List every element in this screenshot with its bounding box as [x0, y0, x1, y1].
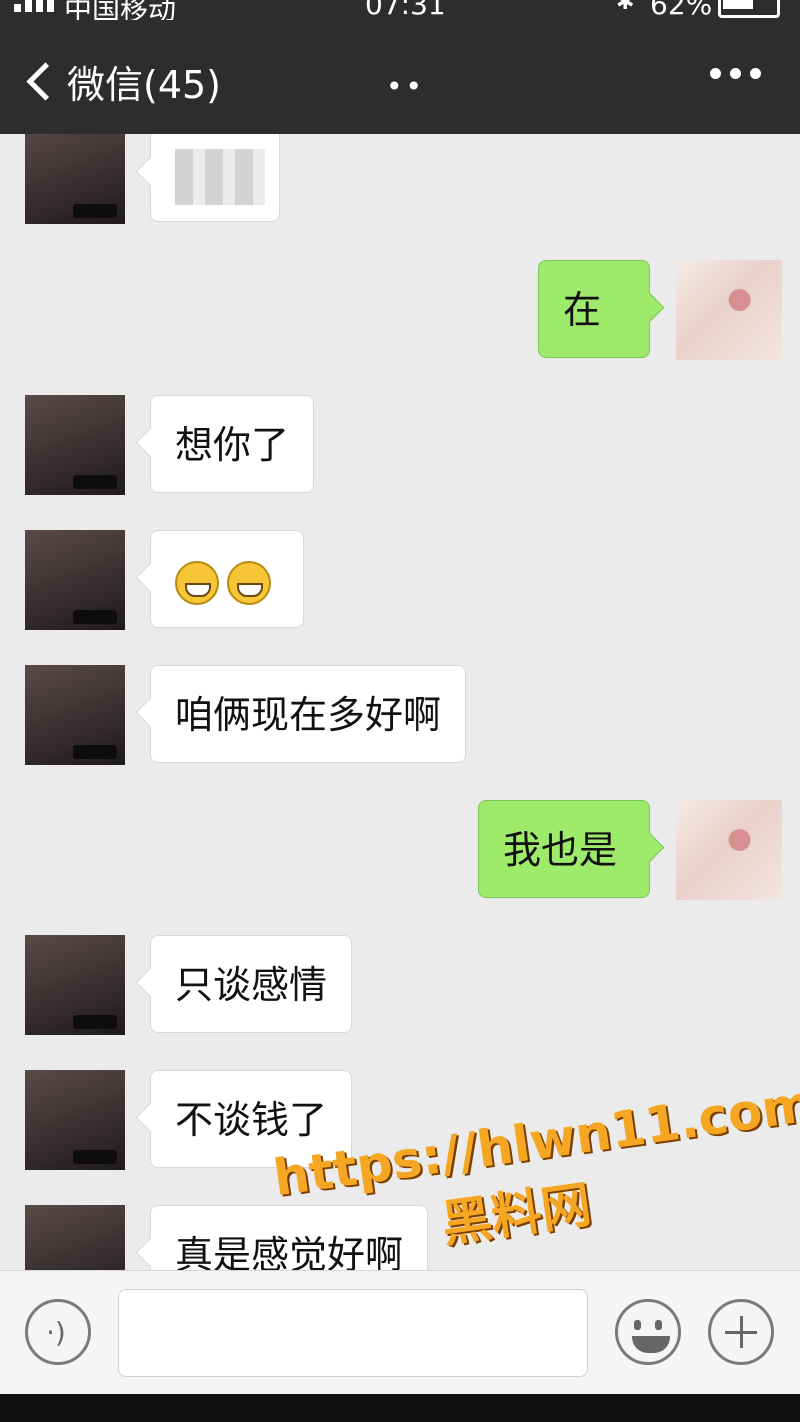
- back-label: 微信(45): [67, 63, 222, 107]
- more-options-button[interactable]: [710, 68, 761, 79]
- bluetooth-icon: ✱: [616, 0, 635, 15]
- dot-icon: [710, 68, 721, 79]
- blurred-content: [175, 148, 265, 205]
- battery-percent: 62%: [650, 0, 713, 20]
- message-bubble[interactable]: 咱俩现在多好啊: [150, 665, 467, 763]
- smiley-icon: [634, 1320, 662, 1330]
- message-bubble[interactable]: 在: [538, 260, 650, 358]
- signal-icon: [14, 0, 54, 12]
- message-input[interactable]: [118, 1289, 588, 1377]
- status-bar: 中国移动 07:31 ✱ 62%: [0, 0, 800, 20]
- voice-icon: ·): [46, 1316, 66, 1349]
- contact-avatar[interactable]: [25, 935, 125, 1035]
- battery-icon: [718, 0, 780, 18]
- contact-avatar[interactable]: [25, 1070, 125, 1170]
- message-bubble[interactable]: 只谈感情: [150, 935, 353, 1033]
- contact-avatar[interactable]: [25, 395, 125, 495]
- carrier-name: 中国移动: [64, 0, 177, 20]
- voice-button[interactable]: ·): [25, 1299, 91, 1365]
- dot-icon: [750, 68, 761, 79]
- plus-button[interactable]: [708, 1299, 774, 1365]
- grin-emoji-icon: [175, 560, 219, 605]
- contact-avatar[interactable]: [25, 665, 125, 765]
- contact-avatar[interactable]: [25, 530, 125, 630]
- wifi-icon: [208, 0, 244, 20]
- message-bubble[interactable]: 想你了: [150, 395, 315, 493]
- contact-avatar[interactable]: [25, 1205, 125, 1270]
- input-bar: ·): [0, 1270, 800, 1395]
- message-bubble[interactable]: [150, 530, 304, 628]
- smiley-mouth: [632, 1336, 670, 1353]
- user-avatar[interactable]: [676, 260, 782, 360]
- chevron-left-icon: [26, 62, 65, 101]
- dot-icon: [730, 68, 741, 79]
- back-button[interactable]: 微信(45): [20, 54, 221, 109]
- message-bubble[interactable]: 我也是: [478, 800, 650, 898]
- user-avatar[interactable]: [676, 800, 782, 900]
- message-bubble[interactable]: [150, 134, 280, 222]
- chat-header: 微信(45) ••: [0, 20, 800, 134]
- emoji-button[interactable]: [615, 1299, 681, 1365]
- chat-title: ••: [386, 70, 426, 103]
- bottom-bar: [0, 1394, 800, 1422]
- contact-avatar[interactable]: [25, 134, 125, 224]
- grin-emoji-icon: [227, 560, 271, 605]
- status-time: 07:31: [365, 0, 446, 20]
